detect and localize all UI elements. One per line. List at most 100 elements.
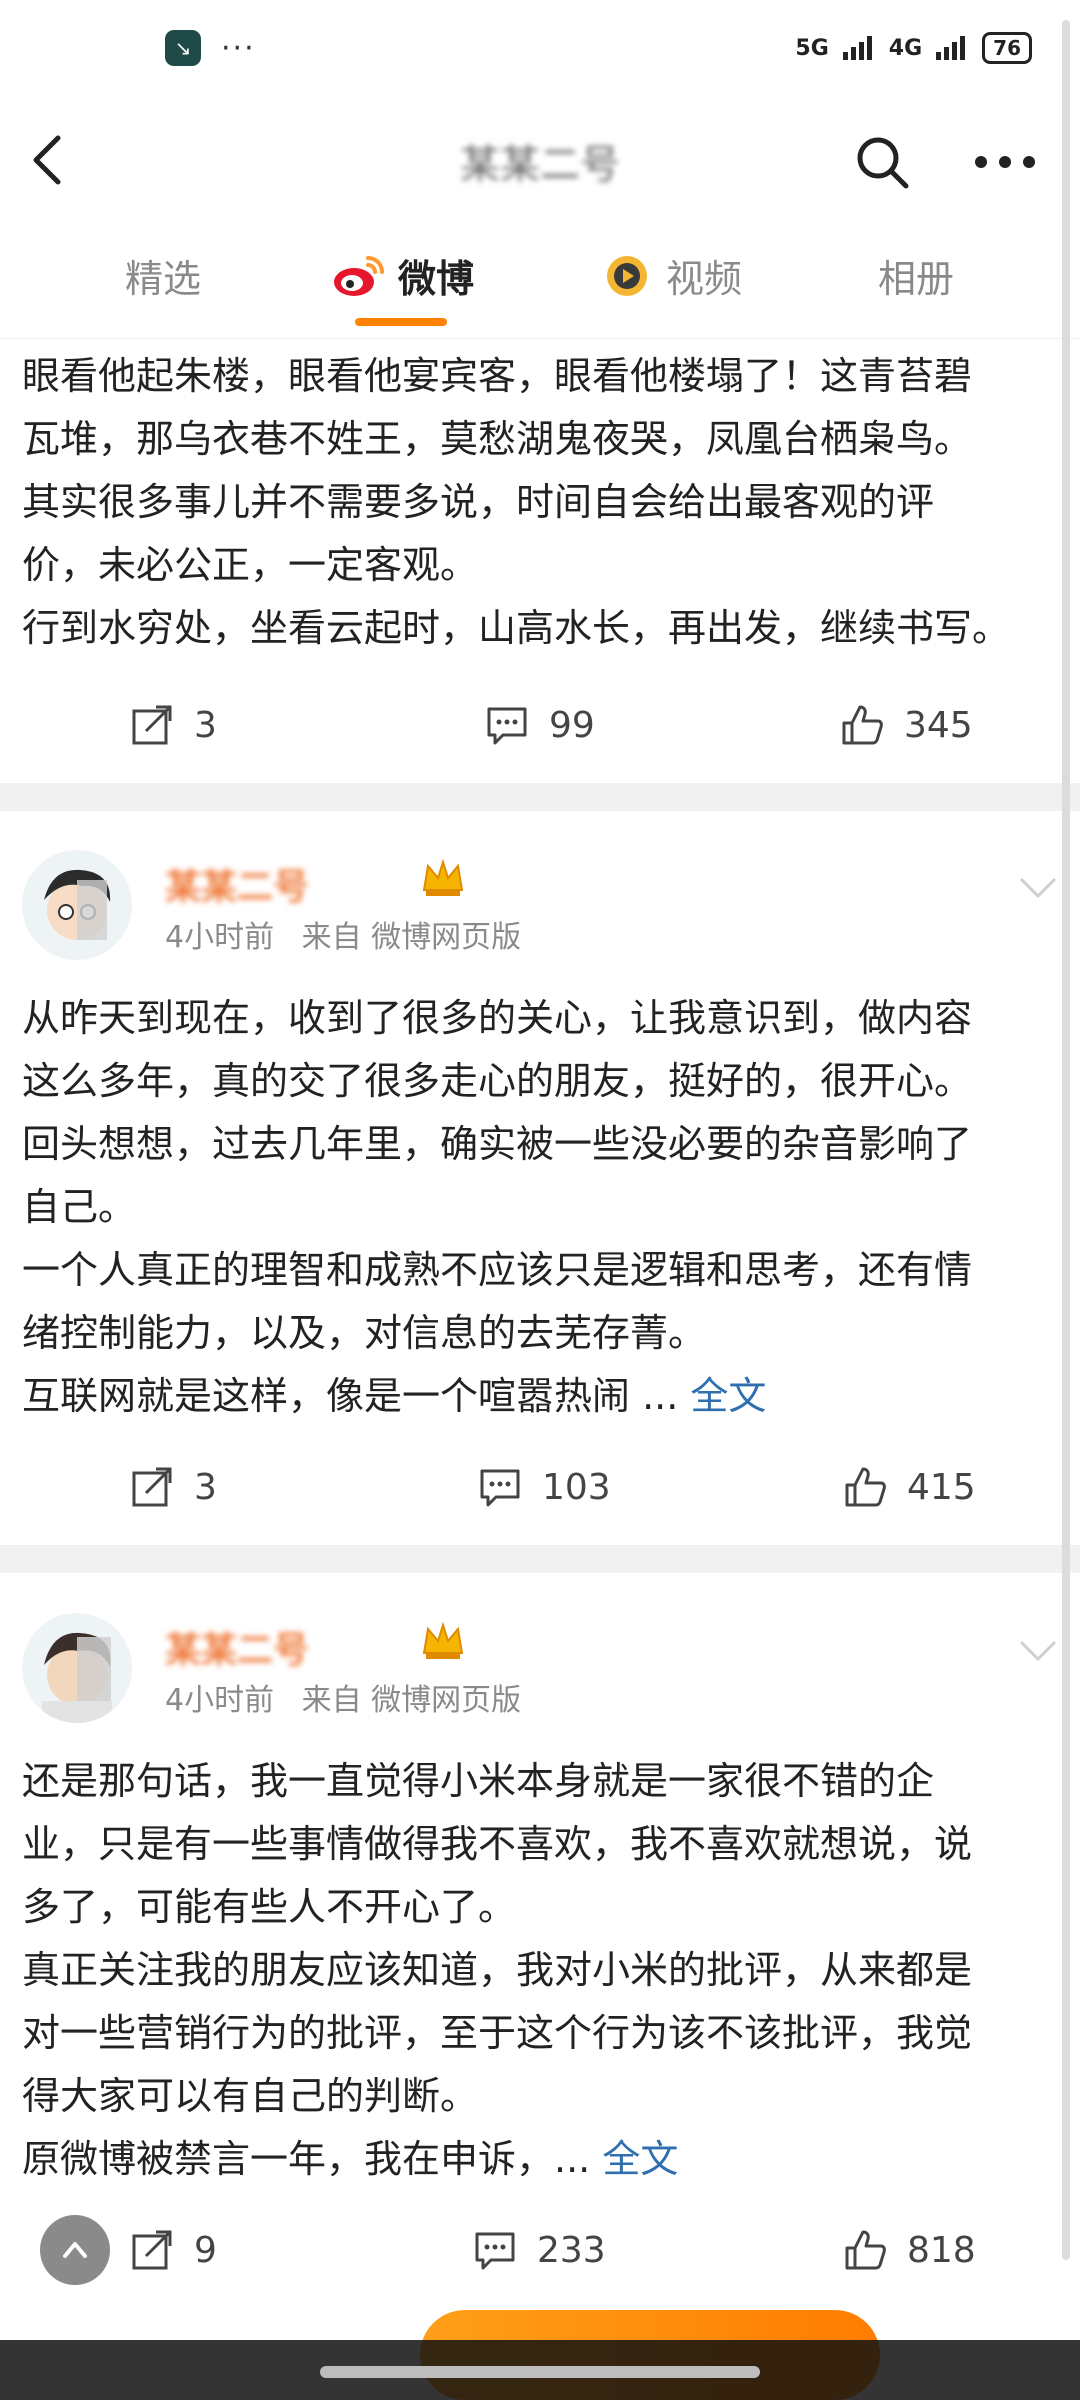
active-tab-indicator [355,318,447,326]
post-time: 4小时前 [165,920,275,955]
post-3-last-line: 原微博被禁言一年，我在申诉，... 全文 [22,2128,1058,2191]
post-divider [0,1545,1080,1573]
video-icon [607,255,647,296]
like-icon [845,1467,886,1507]
post-3-line: 得大家可以有自己的判断。 [22,2074,479,2118]
comment-count: 103 [542,1466,611,1508]
tab-album-label: 相册 [878,257,955,301]
comment-icon [487,707,527,745]
full-text-link[interactable]: 全文 [690,1374,766,1418]
page-title: 某某二号 [460,142,620,188]
comment-button[interactable]: 233 [473,2228,606,2272]
repost-icon [132,2230,172,2270]
post-2-actions: 3 103 415 [0,1447,1080,1547]
like-count: 345 [904,704,973,746]
signal-icon [842,36,872,60]
repost-count: 9 [194,2229,217,2271]
back-icon[interactable] [18,128,82,192]
tab-weibo-label: 微博 [398,257,475,301]
crown-icon [422,1621,464,1659]
comment-icon [480,1469,520,1507]
post-3-line: 原微博被禁言一年，我在申诉，... [22,2137,591,2181]
nav-bar: 某某二号 [0,110,1080,210]
post-source: 来自 微博网页版 [301,920,522,955]
battery-icon: 76 [982,32,1032,64]
search-icon[interactable] [850,130,914,194]
chevron-down-icon[interactable] [1014,870,1062,906]
status-left: ↘ ··· [165,30,256,66]
tab-featured[interactable]: 精选 [125,248,201,303]
repost-button[interactable]: 3 [130,703,217,747]
like-button[interactable]: 818 [843,2228,976,2272]
avatar-image [42,1632,112,1723]
post-3-line: 多了，可能有些人不开心了。 [22,1885,517,1929]
post-3-header: 某某二号 4小时前 来自 微博网页版 [0,1603,1080,1743]
post-1-line: 眼看他起朱楼，眼看他宴宾客，眼看他楼塌了！这青苔碧 [22,354,973,398]
weibo-logo-icon [334,255,384,296]
like-count: 818 [907,2229,976,2271]
comment-count: 233 [537,2229,606,2271]
post-2-line: 这么多年，真的交了很多走心的朋友，挺好的，很开心。 [22,1059,973,1103]
post-1-line: 行到水穷处，坐看云起时，山高水长，再出发，继续书写。 [22,606,1011,650]
more-icon[interactable] [965,130,1045,194]
post-1-actions: 3 99 345 [0,685,1080,785]
post-3-line: 业，只是有一些事情做得我不喜欢，我不喜欢就想说，说 [22,1822,973,1866]
network-label: 5G [795,35,829,61]
like-count: 415 [907,1466,976,1508]
post-meta: 4小时前 来自 微博网页版 [165,912,521,956]
avatar-image [44,869,111,940]
chevron-up-icon [63,2242,87,2258]
post-2-header: 某某二号 4小时前 来自 微博网页版 [0,840,1080,980]
post-2-line: 互联网就是这样，像是一个喧嚣热闹 ... [22,1374,679,1418]
post-2-line: 一个人真正的理智和成熟不应该只是逻辑和思考，还有情 [22,1248,973,1292]
post-1-text: 眼看他起朱楼，眼看他宴宾客，眼看他楼塌了！这青苔碧 瓦堆，那乌衣巷不姓王，莫愁湖… [0,345,1080,660]
tab-weibo[interactable]: 微博 [330,248,474,303]
like-icon [842,705,883,745]
username[interactable]: 某某二号 [165,1621,309,1673]
profile-tabs: 精选 微博 视频 相册 [0,220,1080,339]
tab-featured-label: 精选 [125,257,202,301]
like-button[interactable]: 345 [840,703,973,747]
post-3-line: 真正关注我的朋友应该知道，我对小米的批评，从来都是 [22,1948,973,1992]
repost-icon [132,1467,172,1507]
status-right: 5G 4G 76 [795,32,1032,64]
post-2-text: 从昨天到现在，收到了很多的关心，让我意识到，做内容 这么多年，真的交了很多走心的… [0,987,1080,1428]
battery-level: 76 [993,36,1021,60]
post-2-line: 绪控制能力，以及，对信息的去芜存菁。 [22,1311,707,1355]
crown-icon [422,858,464,896]
post-meta: 4小时前 来自 微博网页版 [165,1675,521,1719]
network2-label: 4G [888,35,923,61]
post-3-line: 对一些营销行为的批评，至于这个行为该不该批评，我觉 [22,2011,973,2055]
tab-video[interactable]: 视频 [600,248,742,303]
scroll-to-top-button[interactable] [40,2215,110,2285]
repost-count: 3 [194,1466,217,1508]
repost-button[interactable]: 3 [130,1465,217,1509]
post-1-line: 价，未必公正，一定客观。 [22,543,479,587]
post-1-line: 其实很多事儿并不需要多说，时间自会给出最客观的评 [22,480,935,524]
comment-button[interactable]: 103 [478,1465,611,1509]
tab-album[interactable]: 相册 [878,248,954,303]
comment-button[interactable]: 99 [485,703,595,747]
tab-video-label: 视频 [666,257,743,301]
home-indicator[interactable] [320,2366,760,2378]
repost-button[interactable]: 9 [130,2228,217,2272]
like-icon [845,2230,886,2270]
signal2-icon [936,36,966,60]
username[interactable]: 某某二号 [165,858,309,910]
app-notification-icon: ↘ [165,30,201,66]
chevron-down-icon[interactable] [1014,1633,1062,1669]
post-3-actions: 9 233 818 [0,2210,1080,2310]
post-2-line: 自己。 [22,1185,137,1229]
post-2-last-line: 互联网就是这样，像是一个喧嚣热闹 ... 全文 [22,1365,1058,1428]
post-1-line: 瓦堆，那乌衣巷不姓王，莫愁湖鬼夜哭，凤凰台栖枭鸟。 [22,417,973,461]
repost-icon [132,705,172,745]
post-3-text: 还是那句话，我一直觉得小米本身就是一家很不错的企 业，只是有一些事情做得我不喜欢… [0,1750,1080,2191]
scrollbar[interactable] [1062,20,1070,2260]
post-2-line: 从昨天到现在，收到了很多的关心，让我意识到，做内容 [22,996,973,1040]
post-time: 4小时前 [165,1683,275,1718]
like-button[interactable]: 415 [843,1465,976,1509]
full-text-link[interactable]: 全文 [602,2137,678,2181]
more-notifications-icon: ··· [221,30,256,66]
avatar[interactable] [22,1613,132,1723]
avatar[interactable] [22,850,132,960]
